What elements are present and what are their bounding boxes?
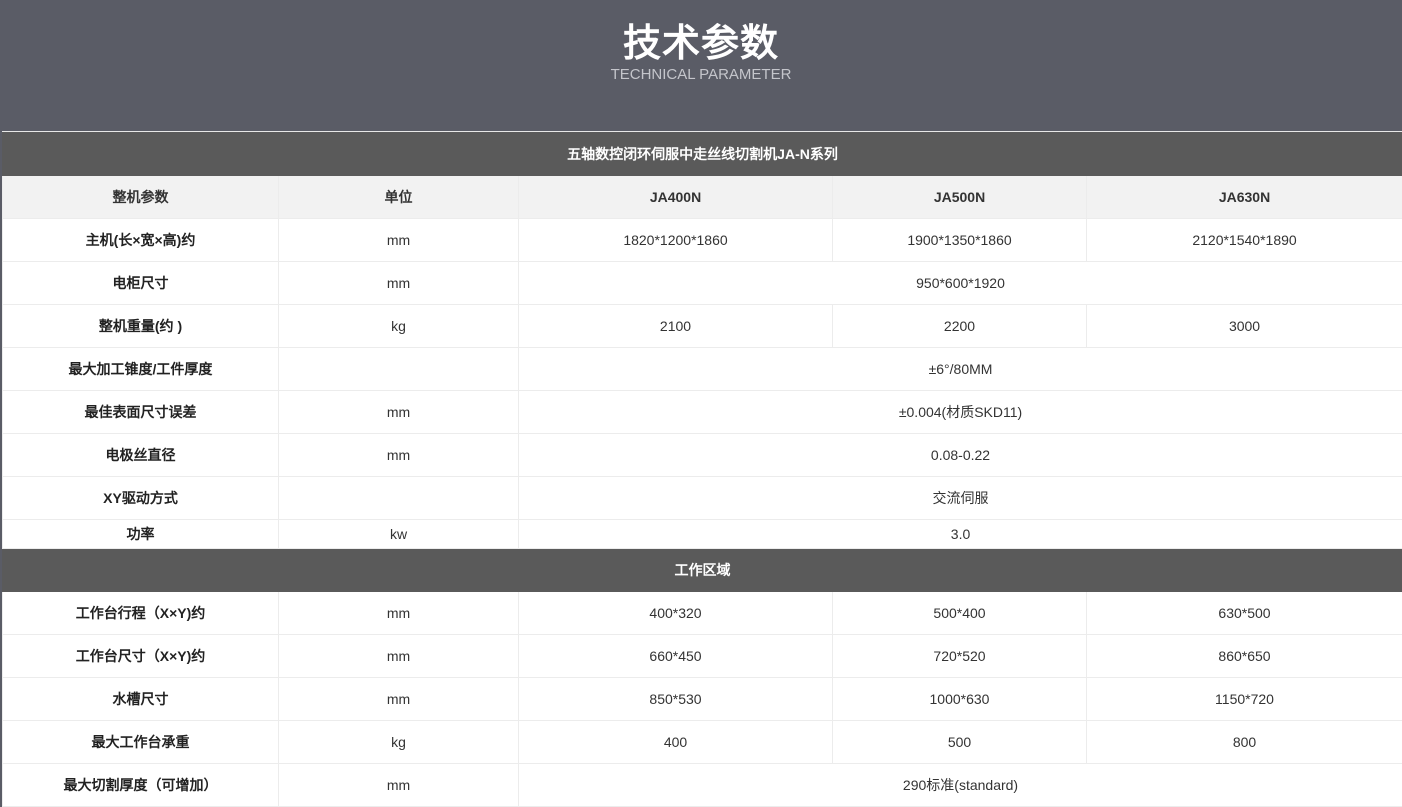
row-value: 1150*720 [1087, 678, 1402, 721]
row-unit: mm [279, 219, 519, 262]
row-value: 720*520 [833, 635, 1087, 678]
row-value: 2100 [519, 305, 833, 348]
row-label: 最大切割厚度（可增加） [3, 764, 279, 807]
table-row: 功率 kw 3.0 [3, 520, 1402, 549]
row-value: 400*320 [519, 592, 833, 635]
section-title: 五轴数控闭环伺服中走丝线切割机JA-N系列 [3, 133, 1402, 176]
row-value: 660*450 [519, 635, 833, 678]
table-row: 最大加工锥度/工件厚度 ±6°/80MM [3, 348, 1402, 391]
column-header: JA500N [833, 176, 1087, 219]
row-label: 最佳表面尺寸误差 [3, 391, 279, 434]
row-value: 1820*1200*1860 [519, 219, 833, 262]
row-value: 950*600*1920 [519, 262, 1402, 305]
row-value: 860*650 [1087, 635, 1402, 678]
row-value: 500 [833, 721, 1087, 764]
row-value: ±0.004(材质SKD11) [519, 391, 1402, 434]
spec-table-container: 五轴数控闭环伺服中走丝线切割机JA-N系列 整机参数 单位 JA400N JA5… [2, 131, 1402, 807]
row-label: 主机(长×宽×高)约 [3, 219, 279, 262]
column-header: JA630N [1087, 176, 1402, 219]
row-label: 功率 [3, 520, 279, 549]
column-header: 整机参数 [3, 176, 279, 219]
section-title: 工作区域 [3, 549, 1402, 592]
row-value: 0.08-0.22 [519, 434, 1402, 477]
column-header: JA400N [519, 176, 833, 219]
row-unit: mm [279, 678, 519, 721]
row-label: 工作台尺寸（X×Y)约 [3, 635, 279, 678]
row-label: 工作台行程（X×Y)约 [3, 592, 279, 635]
table-row: 整机重量(约 ) kg 2100 2200 3000 [3, 305, 1402, 348]
row-unit: kg [279, 721, 519, 764]
row-label: 最大工作台承重 [3, 721, 279, 764]
row-value: 1900*1350*1860 [833, 219, 1087, 262]
row-unit: mm [279, 764, 519, 807]
row-unit: kw [279, 520, 519, 549]
page-title: 技术参数 [0, 18, 1402, 68]
row-value: 2200 [833, 305, 1087, 348]
table-row: 电柜尺寸 mm 950*600*1920 [3, 262, 1402, 305]
row-value: 2120*1540*1890 [1087, 219, 1402, 262]
table-row: 最佳表面尺寸误差 mm ±0.004(材质SKD11) [3, 391, 1402, 434]
spec-table: 五轴数控闭环伺服中走丝线切割机JA-N系列 整机参数 单位 JA400N JA5… [2, 132, 1402, 807]
row-unit: mm [279, 635, 519, 678]
row-label: 电柜尺寸 [3, 262, 279, 305]
row-value: 850*530 [519, 678, 833, 721]
row-value: 交流伺服 [519, 477, 1402, 520]
table-row: 工作台尺寸（X×Y)约 mm 660*450 720*520 860*650 [3, 635, 1402, 678]
page-header: 技术参数 TECHNICAL PARAMETER [0, 0, 1402, 131]
row-unit: kg [279, 305, 519, 348]
row-value: 400 [519, 721, 833, 764]
row-value: 3.0 [519, 520, 1402, 549]
column-header-row: 整机参数 单位 JA400N JA500N JA630N [3, 176, 1402, 219]
row-unit [279, 348, 519, 391]
table-row: 电极丝直径 mm 0.08-0.22 [3, 434, 1402, 477]
row-value: ±6°/80MM [519, 348, 1402, 391]
row-value: 1000*630 [833, 678, 1087, 721]
row-unit [279, 477, 519, 520]
table-row: 主机(长×宽×高)约 mm 1820*1200*1860 1900*1350*1… [3, 219, 1402, 262]
section-header-model: 五轴数控闭环伺服中走丝线切割机JA-N系列 [3, 133, 1402, 176]
row-unit: mm [279, 391, 519, 434]
row-value: 290标准(standard) [519, 764, 1402, 807]
section-header-work-area: 工作区域 [3, 549, 1402, 592]
page-subtitle: TECHNICAL PARAMETER [0, 66, 1402, 84]
row-value: 3000 [1087, 305, 1402, 348]
row-unit: mm [279, 262, 519, 305]
table-row: 工作台行程（X×Y)约 mm 400*320 500*400 630*500 [3, 592, 1402, 635]
row-label: 最大加工锥度/工件厚度 [3, 348, 279, 391]
table-row: 最大切割厚度（可增加） mm 290标准(standard) [3, 764, 1402, 807]
row-unit: mm [279, 434, 519, 477]
row-value: 630*500 [1087, 592, 1402, 635]
row-label: XY驱动方式 [3, 477, 279, 520]
table-row: 最大工作台承重 kg 400 500 800 [3, 721, 1402, 764]
row-label: 整机重量(约 ) [3, 305, 279, 348]
row-value: 800 [1087, 721, 1402, 764]
row-label: 电极丝直径 [3, 434, 279, 477]
row-label: 水槽尺寸 [3, 678, 279, 721]
row-unit: mm [279, 592, 519, 635]
row-value: 500*400 [833, 592, 1087, 635]
table-row: 水槽尺寸 mm 850*530 1000*630 1150*720 [3, 678, 1402, 721]
column-header: 单位 [279, 176, 519, 219]
table-row: XY驱动方式 交流伺服 [3, 477, 1402, 520]
